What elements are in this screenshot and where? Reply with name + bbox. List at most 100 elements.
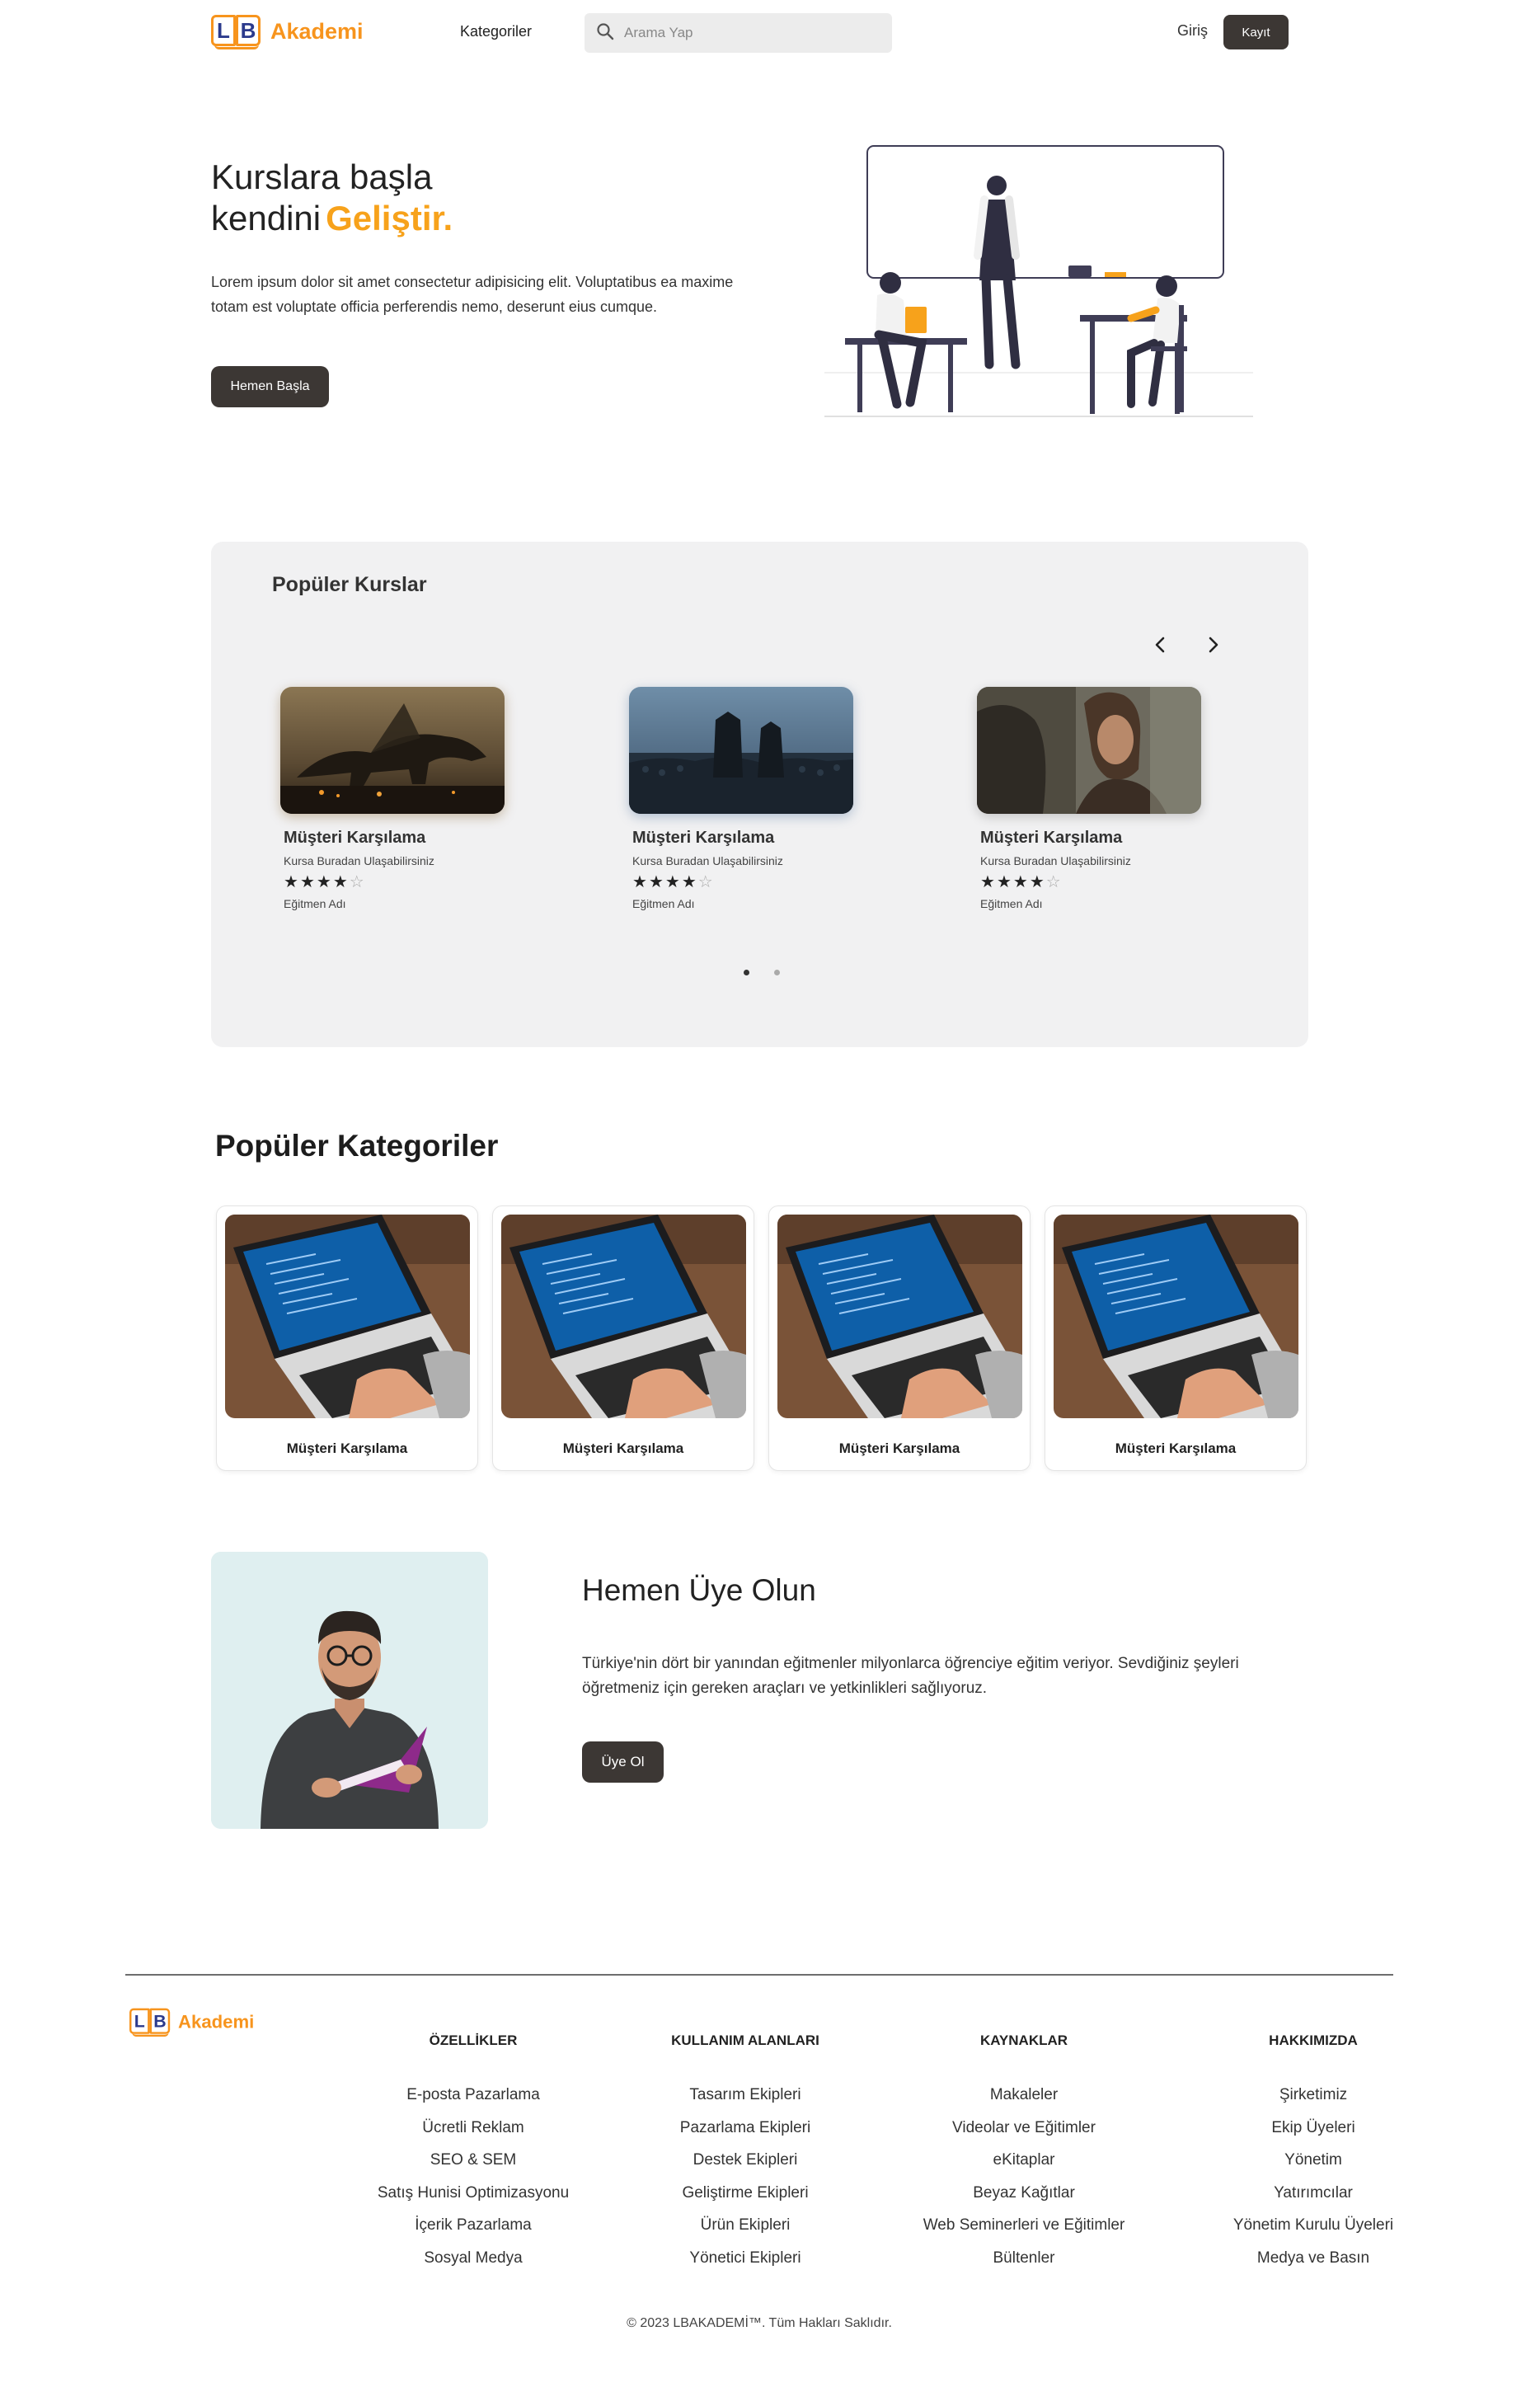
star-icon: ★ bbox=[664, 873, 682, 891]
footer-link[interactable]: Destek Ekipleri bbox=[646, 2144, 844, 2177]
category-card[interactable]: Müşteri Karşılama bbox=[216, 1205, 478, 1471]
star-icon: ★ bbox=[332, 873, 350, 891]
star-icon: ★ bbox=[980, 873, 997, 891]
course-card[interactable]: Müşteri Karşılama Kursa Buradan Ulaşabil… bbox=[977, 687, 1201, 910]
search-icon bbox=[596, 22, 614, 45]
site-header: L B Akademi Kategoriler Giriş Kayıt bbox=[0, 0, 1540, 66]
footer-link[interactable]: Tasarım Ekipleri bbox=[646, 2079, 844, 2112]
course-name[interactable]: Müşteri Karşılama bbox=[980, 829, 1201, 848]
category-name[interactable]: Müşteri Karşılama bbox=[769, 1440, 1030, 1457]
category-name[interactable]: Müşteri Karşılama bbox=[493, 1440, 754, 1457]
category-name[interactable]: Müşteri Karşılama bbox=[217, 1440, 477, 1457]
footer-column-about: HAKKIMIZDA Şirketimiz Ekip Üyeleri Yönet… bbox=[1202, 2032, 1425, 2274]
course-card[interactable]: Müşteri Karşılama Kursa Buradan Ulaşabil… bbox=[629, 687, 853, 910]
star-icon: ★ bbox=[632, 873, 649, 891]
chevron-right-icon bbox=[1209, 637, 1218, 653]
login-link[interactable]: Giriş bbox=[1177, 22, 1208, 40]
footer-logo[interactable]: L B Akademi bbox=[129, 2007, 254, 2037]
carousel-prev-button[interactable] bbox=[1148, 632, 1173, 657]
footer-link[interactable]: Medya ve Basın bbox=[1202, 2242, 1425, 2275]
star-icon: ★ bbox=[284, 873, 300, 891]
course-name[interactable]: Müşteri Karşılama bbox=[284, 829, 505, 848]
course-rating: ★★★★☆ bbox=[632, 874, 853, 891]
popular-courses-panel: Popüler Kurslar Müşteri Karşılama Kursa … bbox=[211, 542, 1308, 1047]
footer-link[interactable]: Yönetim Kurulu Üyeleri bbox=[1202, 2209, 1425, 2242]
footer-column-use-cases: KULLANIM ALANLARI Tasarım Ekipleri Pazar… bbox=[646, 2032, 844, 2274]
star-icon: ★ bbox=[681, 873, 698, 891]
carousel-pagination bbox=[744, 970, 780, 975]
logo-letter-l: L bbox=[129, 2008, 150, 2034]
hero-title: Kurslara başla kendini Geliştir. bbox=[211, 157, 453, 239]
logo-text: Akademi bbox=[270, 18, 364, 44]
logo[interactable]: L B Akademi bbox=[211, 13, 364, 49]
course-card[interactable]: Müşteri Karşılama Kursa Buradan Ulaşabil… bbox=[280, 687, 505, 910]
course-name[interactable]: Müşteri Karşılama bbox=[632, 829, 853, 848]
course-instructor: Eğitmen Adı bbox=[632, 897, 695, 910]
join-description: Türkiye'nin dört bir yanından eğitmenler… bbox=[582, 1655, 1239, 1697]
nav-categories-link[interactable]: Kategoriler bbox=[460, 23, 532, 40]
category-name[interactable]: Müşteri Karşılama bbox=[1045, 1440, 1306, 1457]
footer-link[interactable]: Sosyal Medya bbox=[366, 2242, 580, 2275]
footer-link[interactable]: Web Seminerleri ve Eğitimler bbox=[909, 2209, 1139, 2242]
footer-link[interactable]: Yatırımcılar bbox=[1202, 2177, 1425, 2210]
star-icon: ★ bbox=[996, 873, 1013, 891]
footer-link[interactable]: Pazarlama Ekipleri bbox=[646, 2112, 844, 2145]
carousel-next-button[interactable] bbox=[1200, 632, 1225, 657]
course-instructor: Eğitmen Adı bbox=[980, 897, 1043, 910]
search-input[interactable] bbox=[624, 25, 871, 41]
footer-column-features: ÖZELLİKLER E-posta Pazarlama Ücretli Rek… bbox=[366, 2032, 580, 2274]
category-image bbox=[225, 1215, 470, 1418]
course-thumbnail[interactable] bbox=[977, 687, 1201, 814]
copyright-text: © 2023 LBAKADEMİ™. Tüm Hakları Saklıdır. bbox=[627, 2316, 892, 2330]
footer-link[interactable]: Yönetim bbox=[1202, 2144, 1425, 2177]
category-image bbox=[777, 1215, 1022, 1418]
category-image bbox=[501, 1215, 746, 1418]
footer-link[interactable]: Videolar ve Eğitimler bbox=[909, 2112, 1139, 2145]
course-subtitle: Kursa Buradan Ulaşabilirsiniz bbox=[632, 854, 783, 867]
footer-link[interactable]: Yönetici Ekipleri bbox=[646, 2242, 844, 2275]
signup-button[interactable]: Kayıt bbox=[1223, 15, 1289, 49]
footer-link[interactable]: Ücretli Reklam bbox=[366, 2112, 580, 2145]
instructor-photo bbox=[211, 1552, 488, 1829]
footer-link[interactable]: Şirketimiz bbox=[1202, 2079, 1425, 2112]
chevron-left-icon bbox=[1155, 637, 1165, 653]
hero-title-accent: Geliştir. bbox=[326, 199, 453, 237]
classroom-illustration bbox=[824, 145, 1253, 417]
star-icon: ★ bbox=[1012, 873, 1030, 891]
footer-link[interactable]: İçerik Pazarlama bbox=[366, 2209, 580, 2242]
footer-link[interactable]: Ürün Ekipleri bbox=[646, 2209, 844, 2242]
category-card[interactable]: Müşteri Karşılama bbox=[768, 1205, 1031, 1471]
pagination-dot[interactable] bbox=[774, 970, 780, 975]
course-thumbnail[interactable] bbox=[629, 687, 853, 814]
footer-column-title: ÖZELLİKLER bbox=[429, 2032, 518, 2048]
footer-column-resources: KAYNAKLAR Makaleler Videolar ve Eğitimle… bbox=[909, 2032, 1139, 2274]
footer-link[interactable]: SEO & SEM bbox=[366, 2144, 580, 2177]
footer-link[interactable]: eKitaplar bbox=[909, 2144, 1139, 2177]
start-now-button[interactable]: Hemen Başla bbox=[211, 366, 329, 407]
category-card[interactable]: Müşteri Karşılama bbox=[1045, 1205, 1307, 1471]
course-rating: ★★★★☆ bbox=[284, 874, 505, 891]
footer-column-title: KAYNAKLAR bbox=[979, 2032, 1068, 2048]
footer-link[interactable]: Beyaz Kağıtlar bbox=[909, 2177, 1139, 2210]
footer-link[interactable]: Satış Hunisi Optimizasyonu bbox=[366, 2177, 580, 2210]
footer-column-title: HAKKIMIZDA bbox=[1269, 2032, 1358, 2048]
join-button[interactable]: Üye Ol bbox=[582, 1741, 664, 1783]
pagination-dot-active[interactable] bbox=[744, 970, 749, 975]
star-icon: ★ bbox=[648, 873, 665, 891]
footer-link[interactable]: Ekip Üyeleri bbox=[1202, 2112, 1425, 2145]
star-empty-icon: ☆ bbox=[697, 873, 715, 891]
logo-book-icon: L B bbox=[129, 2007, 171, 2037]
category-card[interactable]: Müşteri Karşılama bbox=[492, 1205, 754, 1471]
search-bar[interactable] bbox=[585, 13, 892, 53]
footer-link[interactable]: Bültenler bbox=[909, 2242, 1139, 2275]
category-image bbox=[1054, 1215, 1298, 1418]
footer-link[interactable]: E-posta Pazarlama bbox=[366, 2079, 580, 2112]
course-subtitle: Kursa Buradan Ulaşabilirsiniz bbox=[980, 854, 1131, 867]
logo-letter-l: L bbox=[211, 15, 236, 46]
course-rating: ★★★★☆ bbox=[980, 874, 1201, 891]
course-thumbnail[interactable] bbox=[280, 687, 505, 814]
join-title: Hemen Üye Olun bbox=[582, 1573, 816, 1607]
footer-link[interactable]: Makaleler bbox=[909, 2079, 1139, 2112]
footer-link[interactable]: Geliştirme Ekipleri bbox=[646, 2177, 844, 2210]
hero-description: Lorem ipsum dolor sit amet consectetur a… bbox=[211, 274, 734, 315]
